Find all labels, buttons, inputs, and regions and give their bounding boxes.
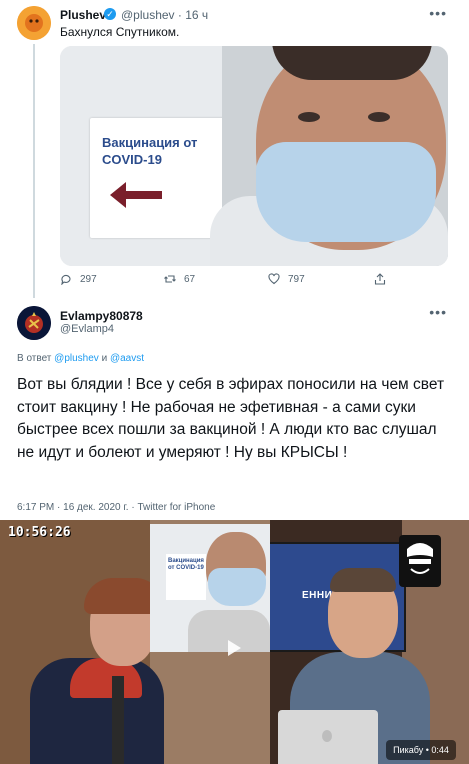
tweet-photo[interactable]: Вакцинация от COVID-19 (60, 46, 448, 266)
share-button[interactable] (374, 273, 394, 285)
video-player[interactable]: ЕННИЙ ЗВОРОТ Вакцинация от COVID-19 1 (0, 520, 469, 764)
author-handle[interactable]: @Evlamp4 (60, 323, 114, 335)
reply-icon (60, 273, 72, 286)
author-name[interactable]: Plushev (60, 8, 106, 22)
tweet-text: Вот вы блядии ! Все у себя в эфирах поно… (17, 376, 445, 461)
share-icon (374, 273, 386, 285)
verified-icon: ✓ (104, 8, 116, 20)
more-icon[interactable]: ••• (429, 5, 447, 21)
reply-count: 297 (80, 273, 97, 285)
thread-line (33, 44, 35, 298)
vaccination-sign: Вакцинация от COVID-19 (90, 118, 228, 238)
heart-icon (268, 273, 280, 285)
channel-logo-icon (399, 535, 441, 587)
like-count: 797 (288, 273, 305, 285)
author-name[interactable]: Evlampy80878 (60, 309, 143, 323)
tweet-actions: 297 67 797 (60, 273, 460, 289)
watermark: Пикабу • 0:44 (386, 740, 456, 760)
eye (298, 112, 320, 122)
microphone (112, 676, 124, 764)
face-mask (256, 142, 436, 242)
reply-prefix: В ответ (17, 353, 52, 364)
tweet-text: Бахнулся Спутником. (60, 25, 180, 39)
eye (368, 112, 390, 122)
tweet-evlampy[interactable]: Evlampy80878 @Evlamp4 ••• В ответ @plush… (0, 298, 469, 520)
sign-text: Вакцинация от COVID-19 (168, 558, 204, 571)
avatar[interactable] (17, 6, 51, 40)
video-inset: Вакцинация от COVID-19 (150, 524, 270, 652)
reply-button[interactable]: 297 (60, 273, 97, 286)
mention-link[interactable]: @plushev (54, 353, 99, 364)
retweet-button[interactable]: 67 (164, 273, 195, 285)
reply-context: В ответ @plushev и @aavst (17, 353, 144, 364)
play-icon[interactable] (228, 640, 241, 656)
avatar[interactable] (17, 306, 51, 340)
face-mask (208, 568, 266, 606)
person-hair (272, 46, 432, 80)
arrow-left-icon (110, 182, 162, 208)
tweet-meta[interactable]: 6:17 PM · 16 дек. 2020 г. · Twitter for … (17, 502, 215, 513)
reply-conjunction: и (101, 353, 108, 364)
retweet-count: 67 (184, 273, 196, 285)
vaccination-sign: Вакцинация от COVID-19 (166, 554, 206, 600)
retweet-icon (164, 273, 176, 285)
author-handle[interactable]: @plushev · 16 ч (121, 8, 208, 22)
like-button[interactable]: 797 (268, 273, 305, 285)
host-hair (330, 568, 396, 592)
screenshot: Plushev ✓ @plushev · 16 ч ••• Бахнулся С… (0, 0, 469, 764)
more-icon[interactable]: ••• (429, 304, 447, 320)
mention-link[interactable]: @aavst (110, 353, 144, 364)
video-timestamp: 10:56:26 (8, 525, 71, 540)
tweet-plushev[interactable]: Plushev ✓ @plushev · 16 ч ••• Бахнулся С… (0, 0, 469, 298)
sign-text: Вакцинация от COVID-19 (102, 135, 198, 167)
apple-logo-icon (322, 730, 332, 742)
